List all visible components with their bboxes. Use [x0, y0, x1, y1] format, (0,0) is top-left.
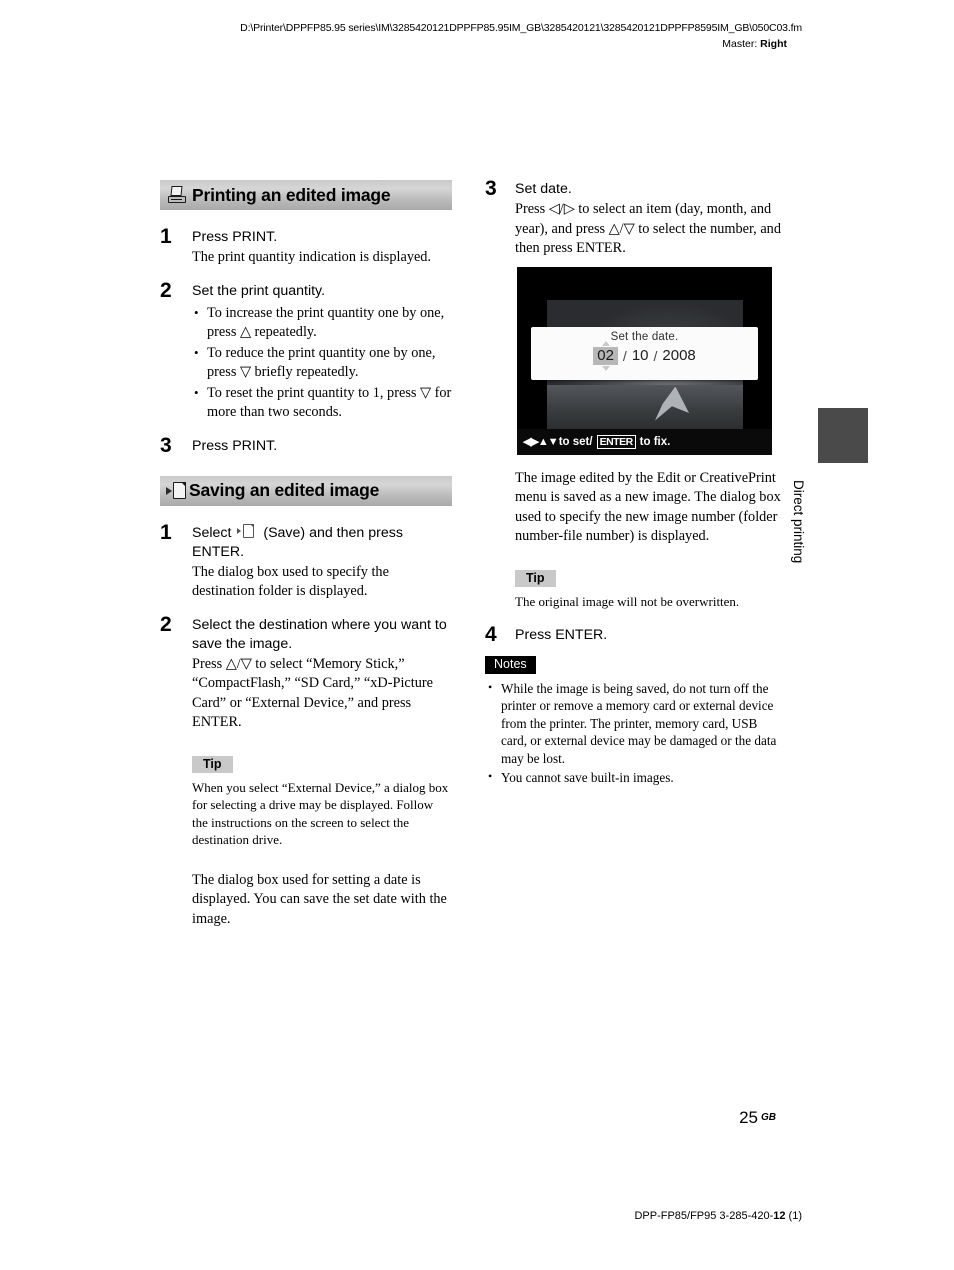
page-number-value: 25 [739, 1108, 758, 1127]
master-label: Master: [722, 38, 761, 50]
tip-text: When you select “External Device,” a dia… [192, 779, 449, 848]
step-lead: Set date. [515, 181, 572, 197]
section-title-saving: Saving an edited image [189, 480, 380, 500]
right-column: 3 Set date. Press ◁/▷ to select an item … [485, 177, 785, 789]
bullet-item: To increase the print quantity one by on… [192, 303, 452, 343]
date-separator: / [653, 347, 658, 364]
master-page-indicator: Master: Right [722, 38, 787, 51]
master-value: Right [760, 38, 787, 50]
save-icon-inline [237, 524, 257, 539]
tip-label: Tip [192, 755, 233, 773]
step-number: 1 [160, 225, 172, 248]
step-lead: Select the destination where you want to… [192, 616, 447, 652]
tip-label: Tip [515, 569, 556, 587]
step-lead: Press PRINT. [192, 229, 278, 245]
bullet-item: To reset the print quantity to 1, press … [192, 383, 452, 423]
enter-key-icon: ENTER [596, 434, 636, 449]
step-lead-pre: Select [192, 524, 232, 541]
closing-paragraph: The dialog box used for setting a date i… [192, 871, 447, 927]
step-number: 3 [160, 433, 172, 457]
lcd-dialog-title: Set the date. [610, 330, 679, 343]
lcd-status-bar: ◀▶▲▼ to set/ ENTER to fix. [517, 428, 772, 455]
step-lead: Set the print quantity. [192, 282, 326, 299]
model-line-post: (1) [785, 1210, 802, 1222]
date-day-value: 02 [597, 346, 614, 364]
date-separator: / [622, 347, 627, 364]
chapter-tab-label: Direct printing [791, 480, 806, 564]
step-lead: Press ENTER. [515, 627, 608, 643]
step-bullet-list: To increase the print quantity one by on… [192, 303, 452, 423]
step-detail: The print quantity indication is display… [192, 249, 432, 265]
step-detail: Press △/▽ to select “Memory Stick,” “Com… [192, 655, 433, 731]
step-save-1: 1 Select (Save) and then press ENTER. Th… [160, 520, 452, 602]
lcd-date-dialog: Set the date. 02 / 10 / 2008 [531, 326, 758, 380]
step-lead: Select (Save) and then press ENTER. [192, 524, 452, 562]
left-column: Printing an edited image 1 Press PRINT. … [160, 180, 452, 929]
step-print-2: 2 Set the print quantity. To increase th… [160, 278, 452, 423]
document-footer: DPP-FP85/FP95 3-285-420-12 (1) [0, 1210, 802, 1222]
source-file-path: D:\Printer\DPPFP85.95 series\IM\32854201… [240, 22, 802, 34]
notes-list: While the image is being saved, do not t… [485, 679, 785, 787]
caret-down-icon [601, 365, 610, 371]
caret-up-icon [601, 340, 610, 346]
step-save-3: 3 Set date. Press ◁/▷ to select an item … [485, 177, 785, 259]
note-item: While the image is being saved, do not t… [485, 679, 785, 768]
date-field-month[interactable]: 10 [632, 347, 649, 364]
save-icon [166, 481, 188, 501]
tip-text: The original image will not be overwritt… [515, 593, 740, 609]
step-print-1: 1 Press PRINT. The print quantity indica… [160, 225, 452, 268]
section-header-saving: Saving an edited image [160, 475, 452, 506]
manual-page: D:\Printer\DPPFP85.95 series\IM\32854201… [0, 0, 954, 1270]
step-detail: The dialog box used to specify the desti… [192, 563, 389, 600]
date-field-year[interactable]: 2008 [662, 347, 695, 364]
tip-box-right: Tip The original image will not be overw… [515, 569, 783, 611]
lcd-date-row: 02 / 10 / 2008 [531, 340, 758, 371]
step-detail: Press ◁/▷ to select an item (day, month,… [515, 201, 781, 256]
step-number: 4 [485, 623, 497, 646]
model-line-bold: 12 [773, 1210, 786, 1222]
section-title-printing: Printing an edited image [192, 184, 391, 205]
status-prefix: to set/ [558, 435, 593, 448]
bullet-item: To reduce the print quantity one by one,… [192, 343, 452, 383]
direction-arrows-icon: ◀▶▲▼ [523, 436, 559, 448]
tip-box-left: Tip When you select “External Device,” a… [192, 755, 452, 849]
lcd-screenshot: Set the date. 02 / 10 / 2008 ◀▶▲▼ to set… [517, 266, 772, 455]
step-save-2: 2 Select the destination where you want … [160, 612, 452, 733]
lcd-photo-water [547, 384, 743, 430]
after-image-paragraph: The image edited by the Edit or Creative… [515, 469, 781, 545]
section-header-printing: Printing an edited image [160, 180, 452, 210]
step-print-3: 3 Press PRINT. [160, 433, 452, 457]
chapter-tab-block [818, 408, 868, 463]
printer-icon [168, 186, 186, 204]
page-number: 25 GB [0, 1108, 776, 1128]
step-number: 3 [485, 177, 497, 200]
date-field-day[interactable]: 02 [593, 340, 618, 371]
notes-box: Notes While the image is being saved, do… [485, 655, 785, 787]
step-save-4: 4 Press ENTER. [485, 623, 785, 646]
step-number: 1 [160, 520, 172, 544]
step-number: 2 [160, 612, 172, 636]
status-suffix: to fix. [639, 435, 671, 448]
step-number: 2 [160, 278, 172, 302]
note-item: You cannot save built-in images. [485, 768, 785, 787]
notes-label: Notes [485, 655, 536, 674]
page-number-locale: GB [761, 1112, 776, 1123]
step-lead: Press PRINT. [192, 437, 278, 454]
model-line-pre: DPP-FP85/FP95 3-285-420- [634, 1210, 774, 1222]
